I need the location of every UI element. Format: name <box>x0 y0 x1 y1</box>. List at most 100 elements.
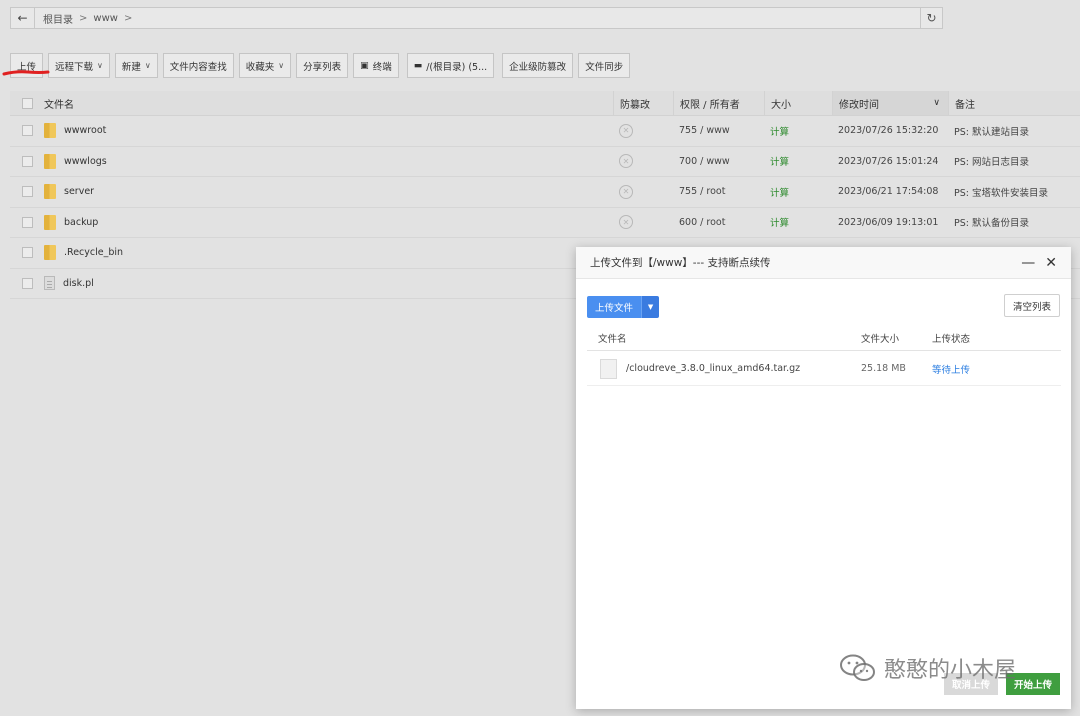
tamper-cell: ✕ <box>613 116 673 146</box>
table-header: 文件名 防篡改 权限 / 所有者 大小 修改时间 ∨ 备注 <box>10 91 1080 116</box>
row-name: backup <box>44 208 613 238</box>
mtime-cell: 2023/07/26 15:01:24 <box>838 155 939 167</box>
breadcrumb-www[interactable]: www <box>93 13 118 24</box>
note-cell[interactable]: PS: 默认建站目录 <box>948 116 1080 146</box>
upload-file-split-button: 上传文件 ▼ <box>587 296 660 318</box>
shield-icon[interactable]: ✕ <box>619 184 633 199</box>
folder-icon <box>44 153 56 169</box>
upload-col-status: 上传状态 <box>932 333 971 345</box>
upload-col-size: 文件大小 <box>861 333 900 345</box>
size-calc-link[interactable]: 计算 <box>764 147 832 177</box>
perm-cell[interactable]: 755 / www <box>673 116 764 146</box>
file-sync-button[interactable]: 文件同步 <box>578 53 631 78</box>
header-note: 备注 <box>948 91 1080 115</box>
content-search-button[interactable]: 文件内容查找 <box>162 53 234 78</box>
row-checkbox[interactable] <box>10 269 44 299</box>
row-name: disk.pl <box>44 269 613 299</box>
upload-file-button[interactable]: 上传文件 <box>587 296 642 318</box>
size-calc-link[interactable]: 计算 <box>764 177 832 207</box>
chevron-down-icon: ∨ <box>933 98 940 108</box>
row-checkbox[interactable] <box>10 208 44 238</box>
mtime-cell: 2023/06/09 19:13:01 <box>838 216 939 228</box>
file-name[interactable]: wwwroot <box>64 125 106 136</box>
terminal-button[interactable]: ▣ 终端 <box>353 53 399 78</box>
upload-item-status: 等待上传 <box>932 364 971 376</box>
terminal-icon: ▣ <box>360 60 369 71</box>
folder-icon <box>44 245 56 261</box>
header-mtime[interactable]: 修改时间 ∨ <box>832 91 948 115</box>
disk-icon: ▬ <box>413 60 423 71</box>
mtime-cell: 2023/07/26 15:32:20 <box>838 125 939 137</box>
upload-col-name: 文件名 <box>598 333 627 345</box>
folder-icon <box>44 214 56 230</box>
perm-cell[interactable]: 600 / root <box>673 208 764 238</box>
close-icon[interactable]: ✕ <box>1045 255 1057 271</box>
breadcrumb-root[interactable]: 根目录 <box>43 11 73 26</box>
shield-icon[interactable]: ✕ <box>619 154 633 169</box>
caret-down-icon[interactable]: ▼ <box>641 296 660 318</box>
favorites-button[interactable]: 收藏夹 ∨ <box>238 53 292 78</box>
note-cell[interactable]: PS: 默认备份目录 <box>948 208 1080 238</box>
dialog-title: 上传文件到【/www】--- 支持断点续传 <box>590 257 771 269</box>
upload-item-name: /cloudreve_3.8.0_linux_amd64.tar.gz <box>626 363 801 374</box>
back-arrow-icon[interactable]: ← <box>11 8 35 28</box>
file-name[interactable]: backup <box>64 217 98 228</box>
remote-download-button[interactable]: 远程下载 ∨ <box>48 53 110 78</box>
file-name[interactable]: wwwlogs <box>64 156 107 167</box>
share-list-button[interactable]: 分享列表 <box>296 53 349 78</box>
row-checkbox[interactable] <box>10 116 44 146</box>
size-calc-link[interactable]: 计算 <box>764 208 832 238</box>
clear-list-button[interactable]: 清空列表 <box>1003 294 1060 317</box>
perm-cell[interactable]: 755 / root <box>673 177 764 207</box>
tamper-cell: ✕ <box>613 177 673 207</box>
file-sync-label: 文件同步 <box>585 61 624 73</box>
table-row[interactable]: wwwlogs ✕ 700 / www 计算 2023/07/26 15:01:… <box>10 147 1080 177</box>
row-name: server <box>44 177 613 207</box>
row-name: wwwlogs <box>44 147 613 177</box>
perm-cell[interactable]: 700 / www <box>673 147 764 177</box>
table-row[interactable]: backup ✕ 600 / root 计算 2023/06/09 19:13:… <box>10 208 1080 238</box>
chevron-down-icon: ∨ <box>278 61 285 70</box>
header-size[interactable]: 大小 <box>764 91 832 115</box>
share-list-label: 分享列表 <box>303 61 342 73</box>
upload-list-item[interactable]: /cloudreve_3.8.0_linux_amd64.tar.gz 25.1… <box>587 352 1061 386</box>
upload-item-size: 25.18 MB <box>861 363 906 374</box>
row-name: wwwroot <box>44 116 613 146</box>
row-checkbox[interactable] <box>10 177 44 207</box>
wechat-icon <box>840 654 875 681</box>
disk-button[interactable]: ▬/(根目录) (5... <box>406 53 495 78</box>
table-row[interactable]: wwwroot ✕ 755 / www 计算 2023/07/26 15:32:… <box>10 116 1080 147</box>
row-checkbox[interactable] <box>10 238 44 268</box>
shield-icon[interactable]: ✕ <box>619 215 633 230</box>
header-perm: 权限 / 所有者 <box>673 91 764 115</box>
enterprise-tamper-button[interactable]: 企业级防篡改 <box>502 53 574 78</box>
file-name[interactable]: disk.pl <box>63 278 94 289</box>
select-all-checkbox[interactable] <box>10 91 44 115</box>
tamper-cell: ✕ <box>613 147 673 177</box>
file-name[interactable]: .Recycle_bin <box>64 247 123 258</box>
size-calc-link[interactable]: 计算 <box>764 116 832 146</box>
terminal-label: 终端 <box>372 61 392 73</box>
favorites-label: 收藏夹 <box>245 61 275 73</box>
row-name: .Recycle_bin <box>44 238 613 268</box>
new-button[interactable]: 新建 ∨ <box>114 53 158 78</box>
table-row[interactable]: server ✕ 755 / root 计算 2023/06/21 17:54:… <box>10 177 1080 208</box>
folder-icon <box>44 123 56 139</box>
breadcrumb-separator: > <box>123 12 133 24</box>
toolbar: 上传 远程下载 ∨ 新建 ∨ 文件内容查找 收藏夹 ∨ 分享列表 ▣ 终端 ▬/(根目录… <box>10 53 631 78</box>
disk-label: /(根目录) (5... <box>426 61 488 73</box>
shield-icon[interactable]: ✕ <box>619 123 633 138</box>
note-cell[interactable]: PS: 宝塔软件安装目录 <box>948 177 1080 207</box>
header-name[interactable]: 文件名 <box>44 91 613 115</box>
file-name[interactable]: server <box>64 186 94 197</box>
minimize-icon[interactable]: — <box>1021 255 1035 271</box>
address-bar[interactable]: ← 根目录 > www > ↻ <box>10 7 943 29</box>
refresh-icon[interactable]: ↻ <box>920 8 942 28</box>
header-tamper: 防篡改 <box>613 91 673 115</box>
breadcrumb-separator: > <box>79 12 88 24</box>
document-icon <box>600 358 617 379</box>
note-cell[interactable]: PS: 网站日志目录 <box>948 147 1080 177</box>
row-checkbox[interactable] <box>10 147 44 177</box>
watermark: 憨憨的小木屋 <box>838 652 1016 684</box>
dialog-header: 上传文件到【/www】--- 支持断点续传 — ✕ <box>576 247 1071 279</box>
